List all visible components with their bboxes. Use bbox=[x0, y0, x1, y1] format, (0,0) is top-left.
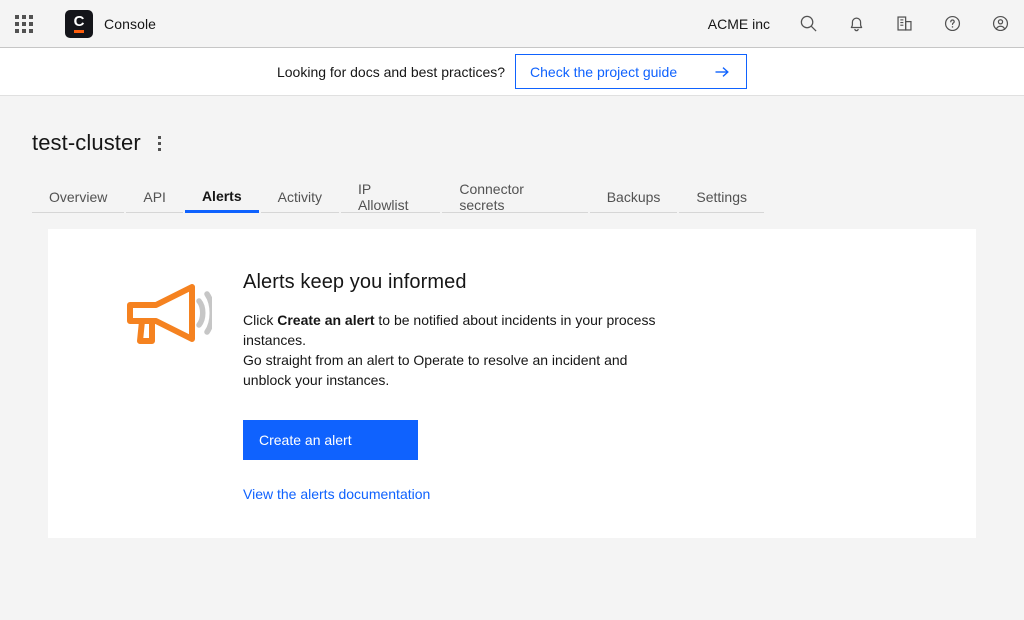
arrow-right-icon bbox=[712, 62, 732, 82]
waffle-grid-icon bbox=[15, 15, 33, 33]
search-icon bbox=[799, 14, 818, 33]
megaphone-icon bbox=[126, 271, 216, 504]
building-icon bbox=[895, 14, 914, 33]
page-body: test-cluster Overview API Alerts Activit… bbox=[0, 96, 1024, 538]
tab-activity[interactable]: Activity bbox=[261, 181, 339, 213]
alerts-documentation-link[interactable]: View the alerts documentation bbox=[243, 486, 430, 502]
tab-settings[interactable]: Settings bbox=[679, 181, 764, 213]
user-avatar-icon bbox=[991, 14, 1010, 33]
logo-letter: C bbox=[74, 14, 85, 29]
cluster-tabs: Overview API Alerts Activity IP Allowlis… bbox=[32, 181, 764, 213]
tab-ip-allowlist[interactable]: IP Allowlist bbox=[341, 181, 440, 213]
docs-banner: Looking for docs and best practices? Che… bbox=[0, 48, 1024, 96]
body-prefix: Click bbox=[243, 312, 277, 328]
page-title-row: test-cluster bbox=[0, 96, 1024, 156]
tab-backups[interactable]: Backups bbox=[590, 181, 678, 213]
empty-state-heading: Alerts keep you informed bbox=[243, 271, 663, 294]
overflow-menu-vertical-icon[interactable] bbox=[149, 132, 171, 154]
empty-state-content: Alerts keep you informed Click Create an… bbox=[216, 271, 663, 504]
tab-connector-secrets[interactable]: Connector secrets bbox=[442, 181, 587, 213]
search-button[interactable] bbox=[784, 0, 832, 47]
global-header: C Console ACME inc bbox=[0, 0, 1024, 48]
alerts-empty-state-card: Alerts keep you informed Click Create an… bbox=[48, 229, 976, 538]
organization-name[interactable]: ACME inc bbox=[694, 16, 784, 32]
tab-overview[interactable]: Overview bbox=[32, 181, 124, 213]
product-name: Console bbox=[104, 16, 156, 32]
account-button[interactable] bbox=[976, 0, 1024, 47]
page-title: test-cluster bbox=[32, 130, 141, 156]
app-switcher-button[interactable] bbox=[0, 0, 48, 47]
organization-button[interactable] bbox=[880, 0, 928, 47]
body-line2: Go straight from an alert to Operate to … bbox=[243, 352, 627, 388]
logo-bar bbox=[74, 30, 84, 33]
empty-state-body: Click Create an alert to be notified abo… bbox=[243, 310, 663, 390]
create-alert-button[interactable]: Create an alert bbox=[243, 420, 418, 460]
tab-api[interactable]: API bbox=[126, 181, 183, 213]
camunda-logo-icon: C bbox=[65, 10, 93, 38]
body-bold: Create an alert bbox=[277, 312, 374, 328]
project-guide-button[interactable]: Check the project guide bbox=[515, 54, 747, 89]
notifications-button[interactable] bbox=[832, 0, 880, 47]
help-icon bbox=[943, 14, 962, 33]
tab-alerts[interactable]: Alerts bbox=[185, 181, 259, 213]
project-guide-label: Check the project guide bbox=[530, 64, 677, 80]
bell-icon bbox=[847, 14, 866, 33]
banner-text: Looking for docs and best practices? bbox=[277, 64, 505, 80]
help-button[interactable] bbox=[928, 0, 976, 47]
header-actions: ACME inc bbox=[694, 0, 1024, 47]
brand-home-link[interactable]: C Console bbox=[65, 10, 156, 38]
